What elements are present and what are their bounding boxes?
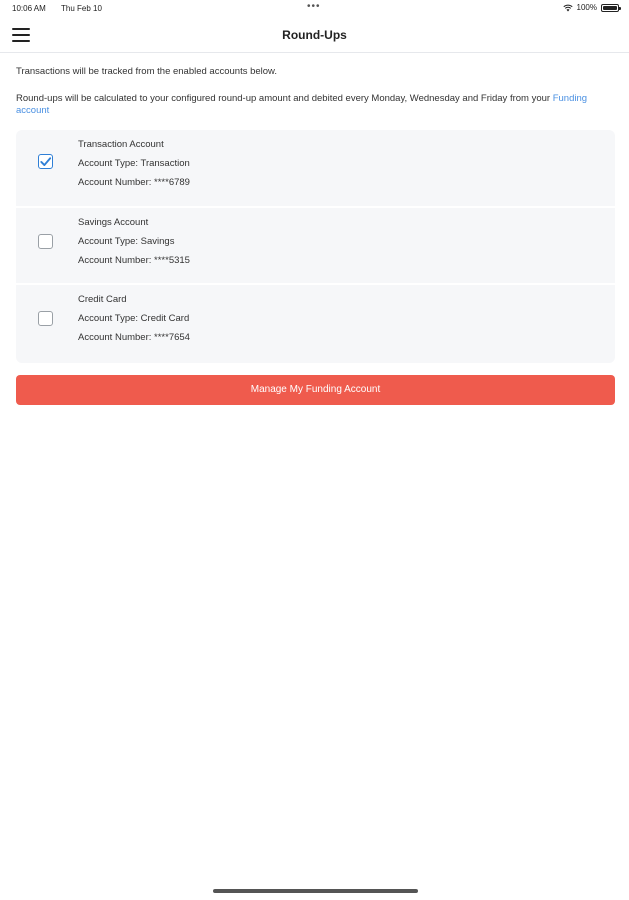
account-name: Credit Card	[78, 294, 127, 305]
intro-section: Transactions will be tracked from the en…	[16, 66, 615, 117]
status-date: Thu Feb 10	[61, 4, 102, 13]
home-indicator[interactable]	[213, 889, 418, 893]
account-item-credit-card[interactable]: Credit Card Account Type: Credit Card Ac…	[16, 285, 615, 363]
account-name: Transaction Account	[78, 139, 164, 150]
manage-funding-account-button[interactable]: Manage My Funding Account	[16, 375, 615, 405]
checkbox-credit-card[interactable]	[38, 311, 53, 326]
wifi-icon	[562, 4, 573, 11]
battery-percent: 100%	[576, 3, 597, 12]
intro-roundups-text: Round-ups will be calculated to your con…	[16, 93, 553, 104]
multitasking-dots[interactable]: •••	[307, 1, 321, 12]
account-number: Account Number: ****6789	[78, 177, 190, 188]
account-type: Account Type: Transaction	[78, 158, 190, 169]
account-details: Credit Card Account Type: Credit Card Ac…	[78, 290, 190, 347]
intro-text-tracked: Transactions will be tracked from the en…	[16, 66, 278, 77]
status-time: 10:06 AM	[12, 4, 46, 13]
account-item-savings[interactable]: Savings Account Account Type: Savings Ac…	[16, 208, 615, 285]
nav-bar: Round-Ups	[0, 18, 629, 53]
account-details: Savings Account Account Type: Savings Ac…	[78, 213, 190, 270]
checkbox-transaction[interactable]	[38, 154, 53, 169]
account-details: Transaction Account Account Type: Transa…	[78, 135, 190, 192]
account-number: Account Number: ****5315	[78, 254, 190, 266]
intro-text-roundups: Round-ups will be calculated to your con…	[16, 93, 615, 117]
checkbox-savings[interactable]	[38, 233, 53, 249]
account-list: Transaction Account Account Type: Transa…	[16, 130, 615, 363]
account-name: Savings Account	[78, 216, 149, 228]
battery-icon	[601, 3, 621, 12]
status-right: 100%	[562, 3, 621, 12]
account-number: Account Number: ****7654	[78, 332, 190, 343]
status-bar: 10:06 AM Thu Feb 10 ••• 100%	[0, 0, 629, 18]
checkmark-icon	[40, 157, 52, 166]
account-type: Account Type: Credit Card	[78, 313, 190, 324]
page-title: Round-Ups	[282, 28, 347, 42]
account-type: Account Type: Savings	[78, 235, 175, 247]
account-item-transaction[interactable]: Transaction Account Account Type: Transa…	[16, 130, 615, 208]
